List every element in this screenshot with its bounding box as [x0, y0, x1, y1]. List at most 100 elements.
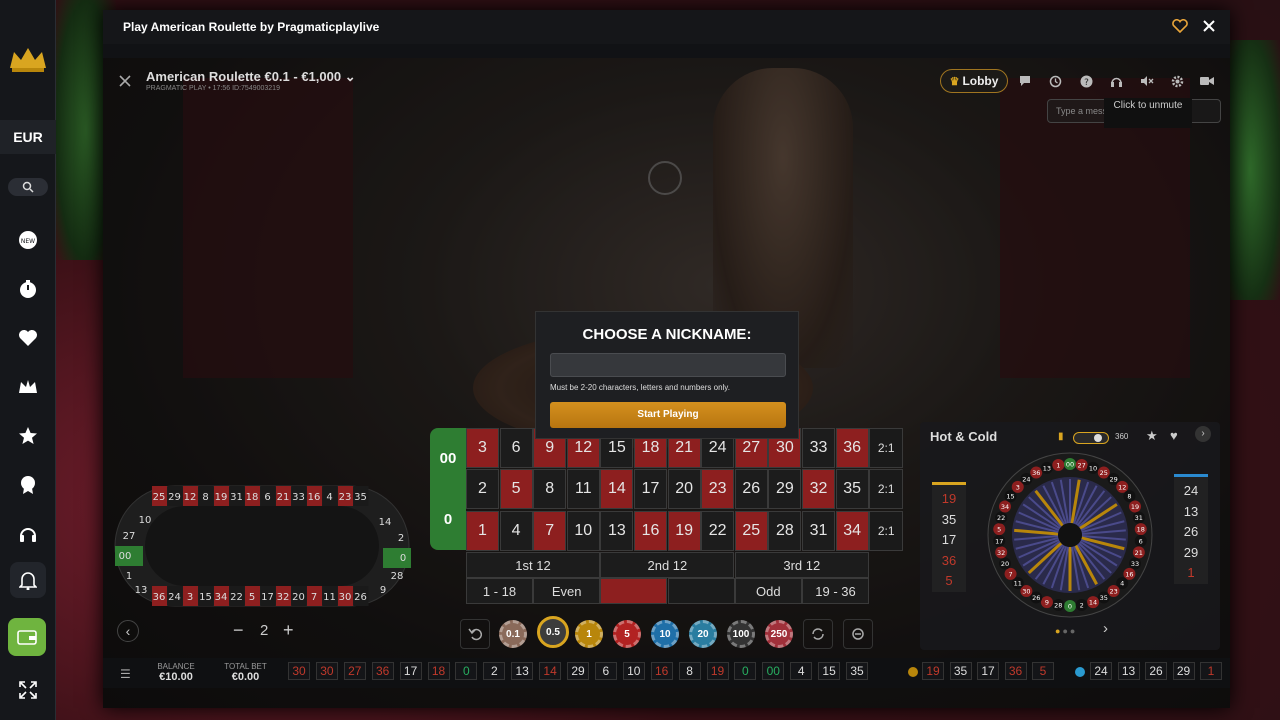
number-cell[interactable]: 17 [634, 469, 667, 510]
lobby-button[interactable]: ♛ Lobby [940, 69, 1008, 93]
racetrack-number[interactable]: 2 [398, 533, 404, 544]
outside-bet-cell[interactable] [600, 578, 668, 604]
racetrack-number[interactable]: 8 [202, 492, 208, 503]
outside-bet-cell[interactable] [667, 578, 735, 604]
notifications-bell-icon[interactable] [10, 562, 46, 598]
history-icon[interactable] [1048, 74, 1062, 88]
video-camera-icon[interactable] [1200, 74, 1214, 88]
number-cell[interactable]: 26 [734, 469, 768, 510]
headset-icon[interactable] [16, 522, 40, 546]
racetrack-zero-slot[interactable] [383, 548, 411, 568]
racetrack[interactable]: 25 29 12 8 19 31 18 6 21 33 16 4 23 3536 24 3 15 34 22 5 17 3… [113, 478, 413, 618]
number-cell[interactable]: 28 [768, 510, 802, 551]
racetrack-number[interactable]: 36 [153, 592, 166, 603]
number-cell[interactable]: 6 [499, 428, 533, 468]
racetrack-number[interactable]: 5 [249, 592, 255, 603]
racetrack-number[interactable]: 4 [326, 492, 332, 503]
column-bet-cell[interactable]: 2:1 [869, 469, 904, 510]
timer-icon[interactable] [16, 277, 40, 301]
racetrack-number[interactable]: 31 [230, 492, 243, 503]
chip-250[interactable]: 250 [765, 620, 793, 648]
repeat-icon[interactable] [803, 619, 833, 649]
start-playing-button[interactable]: Start Playing [550, 402, 786, 428]
support-headset-icon[interactable] [1109, 74, 1123, 88]
racetrack-number[interactable]: 30 [339, 592, 352, 603]
plus-button[interactable]: + [283, 620, 294, 640]
racetrack-number[interactable]: 0 [400, 553, 406, 564]
number-cell[interactable]: 16 [634, 510, 667, 551]
racetrack-number[interactable]: 00 [119, 551, 132, 562]
favorite-heart-icon[interactable] [1172, 19, 1188, 36]
heart-icon[interactable]: ♥ [1170, 428, 1178, 443]
number-cell[interactable]: 34 [835, 510, 869, 551]
racetrack-number[interactable]: 9 [380, 585, 386, 596]
chip-0-5[interactable]: 0.5 [537, 616, 569, 648]
column-bet-cell[interactable]: 2:1 [869, 428, 904, 468]
number-cell[interactable]: 29 [768, 469, 802, 510]
chip-5[interactable]: 5 [613, 620, 641, 648]
game-close-icon[interactable] [119, 74, 131, 90]
search-icon[interactable] [8, 178, 48, 196]
number-cell[interactable]: 3 [466, 428, 499, 468]
chip-0-1[interactable]: 0.1 [499, 620, 527, 648]
racetrack-number[interactable]: 12 [184, 492, 197, 503]
game-title[interactable]: American Roulette €0.1 - €1,000 ⌄ [146, 69, 356, 85]
racetrack-number[interactable]: 27 [123, 531, 136, 542]
double-zero-cell[interactable]: 00 [430, 428, 466, 489]
racetrack-number[interactable]: 33 [292, 492, 305, 503]
close-icon[interactable] [1202, 19, 1216, 36]
chip-100[interactable]: 100 [727, 620, 755, 648]
racetrack-number[interactable]: 25 [153, 492, 166, 503]
fullscreen-icon[interactable] [16, 678, 40, 702]
number-cell[interactable]: 10 [566, 510, 600, 551]
double-icon[interactable] [843, 619, 873, 649]
outside-bet-cell[interactable]: Even [533, 578, 601, 604]
number-cell[interactable]: 23 [701, 469, 735, 510]
number-cell[interactable]: 11 [566, 469, 600, 510]
racetrack-number[interactable]: 35 [354, 492, 367, 503]
racetrack-number[interactable]: 20 [292, 592, 305, 603]
currency-selector[interactable]: EUR [0, 120, 56, 154]
dozen-bet-cell[interactable]: 1st 12 [466, 552, 600, 578]
number-cell[interactable]: 33 [802, 428, 835, 468]
outside-bet-cell[interactable]: Odd [734, 578, 802, 604]
racetrack-number[interactable]: 7 [311, 592, 317, 603]
dozen-bet-cell[interactable]: 2nd 12 [600, 552, 735, 578]
number-cell[interactable]: 13 [600, 510, 634, 551]
racetrack-number[interactable]: 16 [308, 492, 321, 503]
number-cell[interactable]: 31 [802, 510, 835, 551]
crown-logo-icon[interactable] [8, 44, 48, 74]
racetrack-number[interactable]: 17 [261, 592, 274, 603]
racetrack-number[interactable]: 34 [215, 592, 228, 603]
racetrack-number[interactable]: 6 [264, 492, 270, 503]
chip-10[interactable]: 10 [651, 620, 679, 648]
racetrack-number[interactable]: 21 [277, 492, 290, 503]
star-icon[interactable] [16, 424, 40, 448]
racetrack-number[interactable]: 22 [230, 592, 243, 603]
number-cell[interactable]: 36 [835, 428, 869, 468]
number-cell[interactable]: 35 [835, 469, 869, 510]
racetrack-number[interactable]: 14 [379, 517, 392, 528]
outside-bet-cell[interactable]: 1 - 18 [466, 578, 533, 604]
outside-bet-cell[interactable]: 19 - 36 [802, 578, 869, 604]
stats-bars-icon[interactable]: ▮ [1058, 431, 1064, 442]
racetrack-number[interactable]: 3 [187, 592, 193, 603]
number-cell[interactable]: 25 [734, 510, 768, 551]
column-bet-cell[interactable]: 2:1 [869, 510, 904, 551]
nickname-input[interactable] [550, 353, 786, 377]
chat-icon[interactable] [1018, 74, 1032, 88]
number-cell[interactable]: 14 [600, 469, 634, 510]
racetrack-number[interactable]: 23 [339, 492, 352, 503]
menu-icon[interactable]: ☰ [120, 667, 131, 681]
number-cell[interactable]: 5 [499, 469, 533, 510]
racetrack-number[interactable]: 29 [168, 492, 181, 503]
number-cell[interactable]: 7 [533, 510, 567, 551]
undo-icon[interactable] [460, 619, 490, 649]
new-badge-icon[interactable]: NEW [16, 228, 40, 252]
minus-button[interactable]: − [233, 620, 244, 640]
racetrack-number[interactable]: 32 [277, 592, 290, 603]
racetrack-number[interactable]: 26 [354, 592, 367, 603]
number-cell[interactable]: 2 [466, 469, 499, 510]
racetrack-number[interactable]: 28 [391, 571, 404, 582]
help-icon[interactable]: ? [1079, 74, 1093, 88]
